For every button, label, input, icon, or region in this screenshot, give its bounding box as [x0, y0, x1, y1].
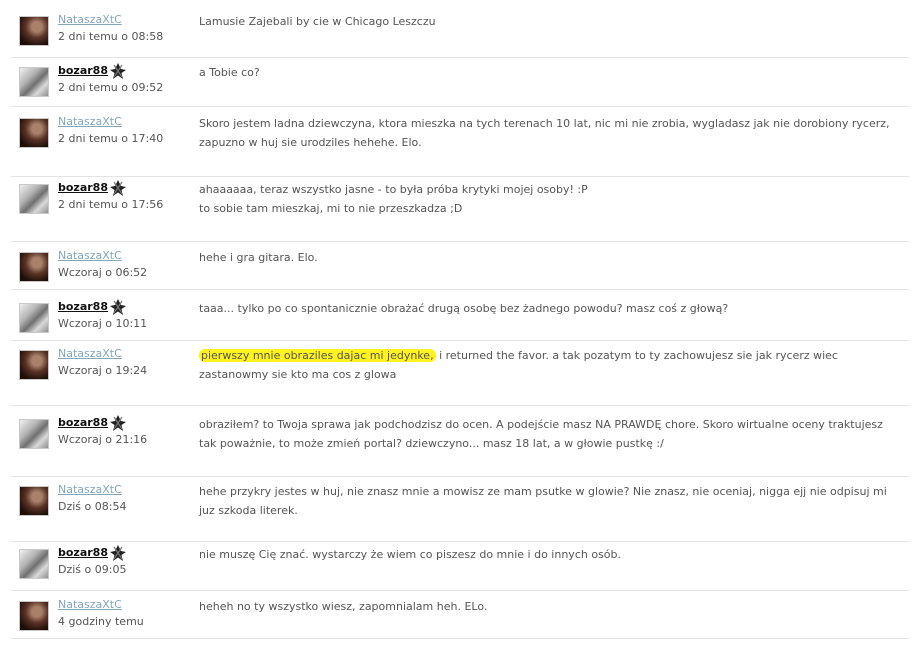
- comment-text: hehe i gra gitara. Elo.: [199, 251, 318, 264]
- comment-timestamp: Dziś o 08:54: [58, 500, 127, 513]
- comment-timestamp: Wczoraj o 06:52: [58, 266, 148, 279]
- avatar[interactable]: [19, 252, 49, 282]
- warrior-badge-icon: [110, 415, 126, 431]
- comment-item: NataszaXtC Wczoraj o 19:24 pierwszy mnie…: [11, 347, 909, 406]
- username-link[interactable]: NataszaXtC: [58, 597, 122, 613]
- avatar[interactable]: [19, 184, 49, 214]
- comment-text: Skoro jestem ladna dziewczyna, ktora mie…: [199, 117, 890, 149]
- avatar[interactable]: [19, 419, 49, 449]
- comment-item: NataszaXtC Wczoraj o 06:52 hehe i gra gi…: [11, 249, 909, 290]
- avatar[interactable]: [19, 350, 49, 380]
- username-link[interactable]: bozar88: [58, 299, 108, 315]
- comment-timestamp: 4 godziny temu: [58, 615, 144, 628]
- comment-text: Lamusie Zajebali by cie w Chicago Leszcz…: [199, 15, 436, 28]
- comment-text: heheh no ty wszystko wiesz, zapomnialam …: [199, 600, 488, 613]
- comment-timestamp: Wczoraj o 19:24: [58, 364, 148, 377]
- username-link[interactable]: bozar88: [58, 415, 108, 431]
- comment-text: nie muszę Cię znać. wystarczy że wiem co…: [199, 548, 622, 561]
- avatar[interactable]: [19, 303, 49, 333]
- avatar[interactable]: [19, 549, 49, 579]
- comment-item: NataszaXtC 2 dni temu o 17:40 Skoro jest…: [11, 115, 909, 177]
- comment-item: NataszaXtC Dziś o 08:54 hehe przykry jes…: [11, 483, 909, 542]
- comment-text: ahaaaaaa, teraz wszystko jasne - to była…: [199, 183, 588, 215]
- avatar[interactable]: [19, 67, 49, 97]
- comment-text: pierwszy mnie obraziles dajac mi jedynke…: [199, 346, 899, 384]
- comment-timestamp: Dziś o 09:05: [58, 563, 127, 576]
- username-link[interactable]: NataszaXtC: [58, 114, 122, 130]
- warrior-badge-icon: [110, 180, 126, 196]
- comment-timestamp: 2 dni temu o 17:56: [58, 198, 164, 211]
- comment-timestamp: Wczoraj o 10:11: [58, 317, 148, 330]
- highlighted-text: pierwszy mnie obraziles dajac mi jedynke…: [199, 349, 436, 362]
- avatar[interactable]: [19, 118, 49, 148]
- comment-text: a Tobie co?: [199, 66, 260, 79]
- username-link[interactable]: NataszaXtC: [58, 346, 122, 362]
- comment-text: taaa... tylko po co spontanicznie obraża…: [199, 302, 729, 315]
- username-link[interactable]: NataszaXtC: [58, 248, 122, 264]
- username-link[interactable]: NataszaXtC: [58, 482, 122, 498]
- comment-item: bozar88 Wczoraj o 21:16 obraziłem? to Tw…: [11, 415, 909, 477]
- comment-timestamp: 2 dni temu o 17:40: [58, 132, 164, 145]
- comment-item: bozar88 Dziś o 09:05 nie muszę Cię znać.…: [11, 545, 909, 591]
- avatar[interactable]: [19, 486, 49, 516]
- comment-timestamp: Wczoraj o 21:16: [58, 433, 148, 446]
- username-link[interactable]: bozar88: [58, 180, 108, 196]
- username-link[interactable]: bozar88: [58, 545, 108, 561]
- avatar[interactable]: [19, 601, 49, 631]
- comment-item: bozar88 Wczoraj o 10:11 taaa... tylko po…: [11, 299, 909, 341]
- comment-item: NataszaXtC 2 dni temu o 08:58 Lamusie Za…: [11, 13, 909, 58]
- warrior-badge-icon: [110, 63, 126, 79]
- comment-item: NataszaXtC 4 godziny temu heheh no ty ws…: [11, 598, 909, 639]
- warrior-badge-icon: [110, 545, 126, 561]
- username-link[interactable]: NataszaXtC: [58, 12, 122, 28]
- comment-text: obraziłem? to Twoja sprawa jak podchodzi…: [199, 418, 883, 450]
- comment-timestamp: 2 dni temu o 08:58: [58, 30, 164, 43]
- comment-text: hehe przykry jestes w huj, nie znasz mni…: [199, 485, 887, 517]
- username-link[interactable]: bozar88: [58, 63, 108, 79]
- warrior-badge-icon: [110, 299, 126, 315]
- comment-timestamp: 2 dni temu o 09:52: [58, 81, 164, 94]
- comment-item: bozar88 2 dni temu o 09:52 a Tobie co?: [11, 63, 909, 107]
- avatar[interactable]: [19, 16, 49, 46]
- comment-item: bozar88 2 dni temu o 17:56 ahaaaaaa, ter…: [11, 180, 909, 242]
